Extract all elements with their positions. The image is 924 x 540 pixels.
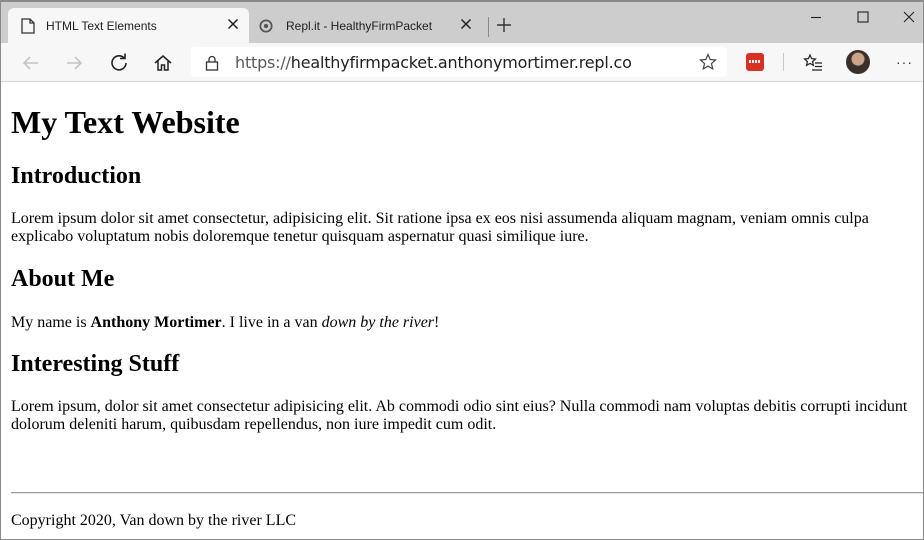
close-tab-icon[interactable] [460, 18, 472, 30]
close-tab-icon[interactable] [227, 18, 239, 30]
footer-divider [11, 492, 923, 494]
tab-strip: HTML Text Elements Repl.it - HealthyFirm… [1, 2, 923, 43]
url-host: healthyfirmpacket.anthonymortimer.repl.c… [290, 53, 632, 72]
address-bar[interactable]: https://healthyfirmpacket.anthonymortime… [191, 47, 727, 77]
replit-icon [259, 19, 273, 33]
tab-divider [488, 17, 489, 37]
tab-html-text-elements[interactable]: HTML Text Elements [8, 8, 249, 43]
tab-title: Repl.it - HealthyFirmPacket [286, 19, 433, 33]
back-icon[interactable] [21, 53, 41, 73]
close-window-icon[interactable] [902, 10, 916, 24]
lock-icon[interactable] [205, 55, 219, 71]
favorites-icon[interactable] [803, 53, 823, 73]
heading-about-me: About Me [11, 266, 115, 292]
tab-title: HTML Text Elements [46, 19, 157, 33]
toolbar-divider [783, 53, 784, 71]
author-name: Anthony Mortimer [90, 314, 222, 331]
footer-copyright: Copyright 2020, Van down by the river LL… [11, 512, 297, 529]
url-text[interactable]: https://healthyfirmpacket.anthonymortime… [235, 53, 632, 72]
heading-introduction: Introduction [11, 163, 142, 189]
maximize-icon[interactable] [856, 10, 870, 24]
interesting-stuff-paragraph: Lorem ipsum, dolor sit amet consectetur … [11, 398, 908, 433]
browser-window: HTML Text Elements Repl.it - HealthyFirm… [0, 0, 924, 540]
introduction-paragraph: Lorem ipsum dolor sit amet consectetur, … [11, 210, 869, 245]
about-text-start: My name is [11, 314, 91, 331]
van-location: down by the river [321, 314, 435, 331]
profile-avatar[interactable] [846, 50, 870, 74]
minimize-icon[interactable] [809, 10, 823, 24]
about-text-middle: . I live in a van [221, 314, 322, 331]
url-scheme: https:// [235, 53, 291, 72]
home-icon[interactable] [153, 53, 173, 73]
more-options-icon[interactable]: ··· [896, 54, 913, 70]
forward-icon[interactable] [64, 53, 84, 73]
page-icon [21, 18, 35, 34]
browser-toolbar: https://healthyfirmpacket.anthonymortime… [1, 43, 923, 82]
about-me-paragraph: My name is Anthony Mortimer. I live in a… [11, 314, 916, 332]
heading-interesting-stuff: Interesting Stuff [11, 351, 180, 377]
favorite-star-icon[interactable] [699, 53, 717, 71]
extension-icon[interactable] [746, 53, 764, 71]
refresh-icon[interactable] [109, 53, 129, 73]
page-title: My Text Website [11, 104, 240, 140]
new-tab-icon[interactable] [496, 17, 512, 33]
page-content: My Text Website Introduction Lorem ipsum… [1, 82, 923, 539]
tab-replit[interactable]: Repl.it - HealthyFirmPacket [251, 8, 486, 43]
about-text-end: ! [434, 314, 440, 331]
